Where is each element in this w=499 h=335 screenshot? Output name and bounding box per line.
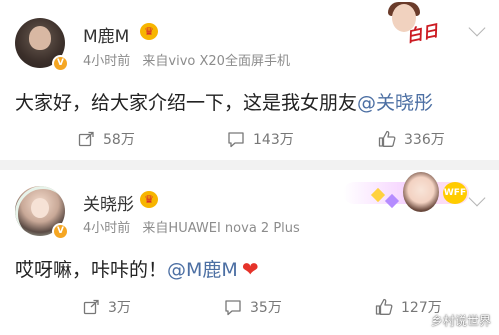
comment-button[interactable]: 143万: [227, 126, 294, 152]
weibo-post: V 关晓彤 ♛ 4小时前 来自HUAWEI nova 2 Plus WFF 哎呀…: [0, 170, 499, 335]
banner-tag: WFF: [443, 182, 467, 204]
repost-button[interactable]: 58万: [78, 126, 135, 152]
repost-icon: [83, 299, 99, 314]
banner-artwork: WFF: [343, 172, 469, 216]
banner-artwork: 白日: [370, 2, 455, 50]
post-text: 大家好，给大家介绍一下，这是我女朋友: [15, 92, 358, 114]
post-meta: 4小时前 来自HUAWEI nova 2 Plus: [83, 217, 300, 236]
repost-button[interactable]: 3万: [83, 294, 131, 320]
weibo-feed: V M鹿M ♛ 4小时前 来自vivo X20全面屏手机 白日 大家好，给大家介…: [0, 0, 499, 335]
weibo-post: V M鹿M ♛ 4小时前 来自vivo X20全面屏手机 白日 大家好，给大家介…: [0, 0, 499, 160]
thumbs-up-icon: [378, 130, 396, 147]
crown-icon: ♛: [140, 191, 158, 208]
comment-count: 35万: [250, 300, 282, 316]
thumbs-up-icon: [375, 298, 393, 315]
post-source: 来自vivo X20全面屏手机: [142, 54, 290, 69]
verified-badge-icon: V: [52, 55, 69, 72]
repost-count: 3万: [108, 300, 131, 316]
comment-button[interactable]: 35万: [224, 294, 282, 320]
post-content: 哎呀嘛，咔咔的！@M鹿M ❤: [15, 255, 259, 282]
like-count: 336万: [404, 132, 445, 148]
banner-face: [403, 172, 439, 212]
post-time: 4小时前: [83, 221, 131, 236]
post-actions: 58万 143万 336万: [0, 126, 499, 152]
post-content: 大家好，给大家介绍一下，这是我女朋友@关晓彤: [15, 88, 433, 115]
username[interactable]: M鹿M: [83, 22, 129, 47]
repost-icon: [78, 131, 94, 146]
mention-link[interactable]: @M鹿M: [167, 259, 238, 281]
comment-count: 143万: [253, 132, 294, 148]
post-text: 哎呀嘛，咔咔的！: [15, 259, 168, 281]
chevron-down-icon[interactable]: [468, 189, 486, 207]
username[interactable]: 关晓彤: [83, 190, 134, 215]
post-meta: 4小时前 来自vivo X20全面屏手机: [83, 50, 290, 69]
comment-icon: [225, 299, 241, 315]
verified-badge-icon: V: [52, 223, 69, 240]
post-actions: 3万 35万 127万: [0, 294, 499, 320]
comment-icon: [228, 131, 244, 147]
watermark: 乡村说世界: [430, 314, 491, 328]
banner-text: 白日: [404, 20, 440, 47]
repost-count: 58万: [103, 132, 135, 148]
crown-icon: ♛: [140, 23, 158, 40]
mention-link[interactable]: @关晓彤: [357, 92, 433, 114]
like-button[interactable]: 336万: [378, 126, 445, 152]
chevron-down-icon[interactable]: [468, 19, 486, 37]
post-source: 来自HUAWEI nova 2 Plus: [142, 221, 300, 236]
post-time: 4小时前: [83, 54, 131, 69]
heart-icon: ❤: [241, 257, 259, 281]
